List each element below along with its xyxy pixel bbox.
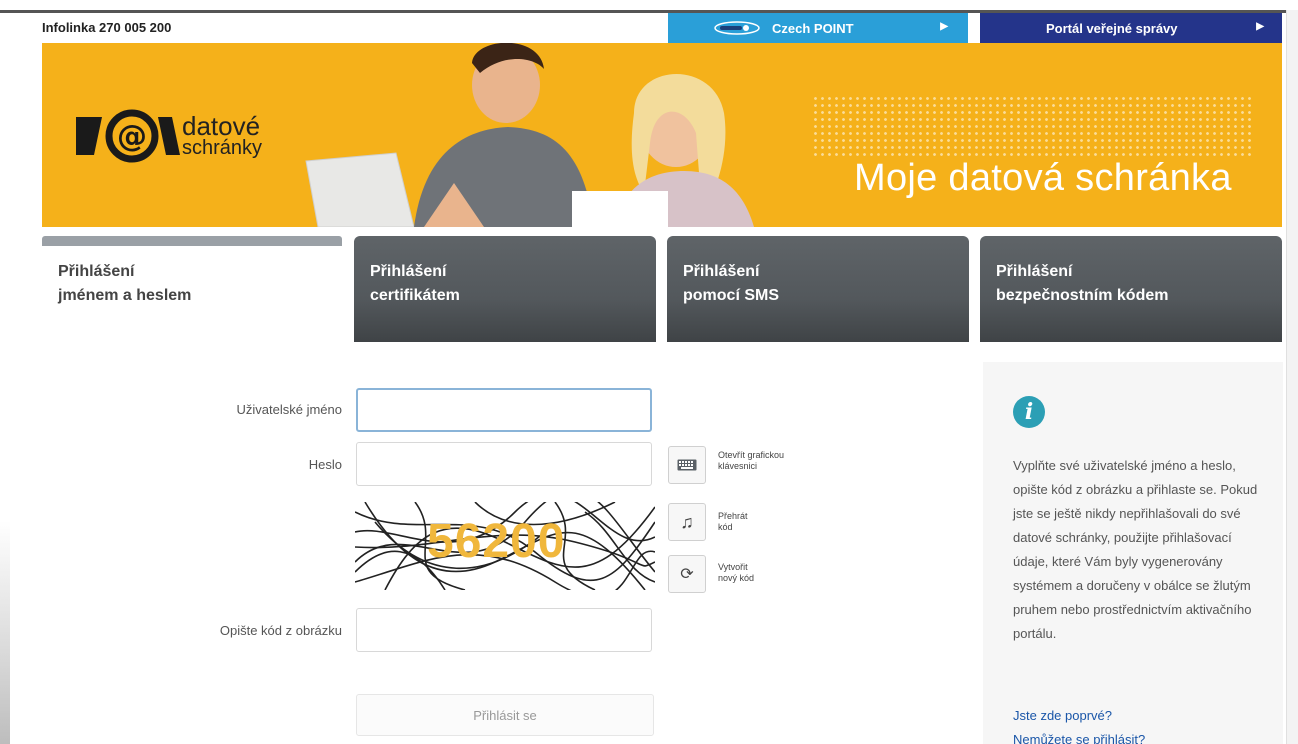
- header-banner: @ datové schránky Moje datová schránka: [42, 43, 1282, 227]
- tab-login-sms[interactable]: Přihlášení pomocí SMS: [667, 236, 969, 342]
- active-tab-indicator: [42, 236, 342, 246]
- password-label: Heslo: [308, 457, 342, 472]
- banner-photo: [305, 43, 754, 227]
- window-frame-right: [1286, 10, 1298, 744]
- tab-label: Přihlášení certifikátem: [370, 263, 460, 304]
- virtual-keyboard-button[interactable]: [668, 446, 706, 484]
- play-code-button[interactable]: ♫: [668, 503, 706, 541]
- tab-label: Přihlášení bezpečnostním kódem: [996, 263, 1169, 304]
- info-icon: i: [1013, 396, 1045, 428]
- music-note-icon: ♫: [680, 511, 694, 532]
- info-text: Vyplňte své uživatelské jméno a heslo, o…: [1013, 458, 1258, 641]
- czech-point-logo-icon: [714, 21, 760, 35]
- czech-point-label: Czech POINT: [772, 21, 854, 36]
- arrow-right-icon: ▶: [1256, 21, 1264, 32]
- svg-text:@: @: [117, 119, 147, 154]
- captcha-input[interactable]: [356, 608, 652, 652]
- banner-tagline: Moje datová schránka: [854, 157, 1232, 199]
- logo-text-line2: schránky: [182, 137, 263, 159]
- tab-login-security-code[interactable]: Přihlášení bezpečnostním kódem: [980, 236, 1282, 342]
- keyboard-caption: Otevřít grafickou klávesnici: [718, 450, 785, 471]
- keyboard-icon: [677, 459, 697, 471]
- captcha-code: 56200: [427, 515, 566, 568]
- datove-schranky-logo[interactable]: @ datové schránky: [72, 107, 302, 167]
- info-panel: i Vyplňte své uživatelské jméno a heslo,…: [983, 362, 1283, 744]
- tab-label: Přihlášení jménem a heslem: [58, 263, 192, 304]
- portal-link[interactable]: Portál veřejné správy ▶: [980, 13, 1282, 43]
- tab-login-name-password[interactable]: Přihlášení jménem a heslem: [42, 236, 342, 342]
- refresh-caption: Vytvořit nový kód: [718, 562, 755, 583]
- banner-dot-pattern: [812, 95, 1252, 159]
- refresh-icon: ⟳: [680, 566, 694, 583]
- czech-point-link[interactable]: Czech POINT ▶: [668, 13, 968, 43]
- arrow-right-icon: ▶: [940, 21, 948, 32]
- captcha-image: 56200: [355, 502, 655, 590]
- tab-login-certificate[interactable]: Přihlášení certifikátem: [354, 236, 656, 342]
- refresh-code-button[interactable]: ⟳: [668, 555, 706, 593]
- window-frame-left: [0, 0, 10, 744]
- portal-label: Portál veřejné správy: [1046, 21, 1178, 36]
- captcha-input-label: Opište kód z obrázku: [219, 623, 342, 638]
- tab-label: Přihlášení pomocí SMS: [683, 263, 780, 304]
- password-input[interactable]: [356, 442, 652, 486]
- username-input[interactable]: [356, 388, 652, 432]
- at-logo-icon: @: [76, 109, 180, 163]
- infoline-text: Infolinka 270 005 200: [42, 20, 172, 35]
- login-button[interactable]: Přihlásit se: [356, 694, 654, 736]
- cannot-login-link[interactable]: Nemůžete se přihlásit?: [1013, 732, 1145, 744]
- top-bar: Infolinka 270 005 200 Czech POINT ▶ Port…: [42, 13, 1282, 43]
- username-label: Uživatelské jméno: [236, 402, 343, 417]
- play-caption: Přehrát kód: [718, 511, 748, 532]
- first-time-link[interactable]: Jste zde poprvé?: [1013, 708, 1112, 723]
